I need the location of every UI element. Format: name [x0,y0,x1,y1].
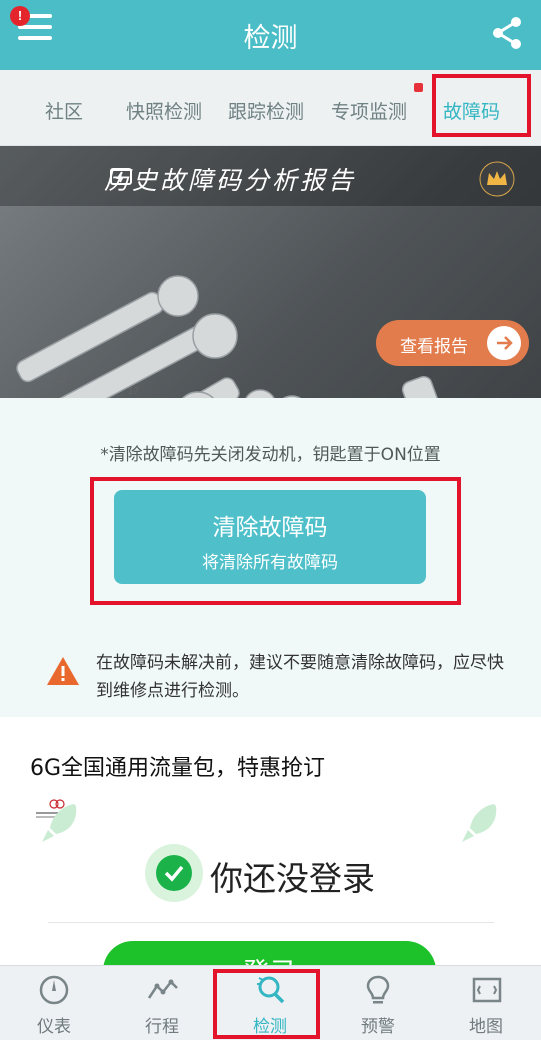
wrench-label: 17 [128,386,140,397]
nav-map-label: 地图 [469,1017,503,1037]
view-report-button[interactable]: 查看报告 [376,320,529,366]
trip-icon [147,979,178,999]
rocket-icon [42,804,77,842]
nav-trip-label: 行程 [145,1017,179,1037]
wrench-label: 13 [55,374,67,385]
nav-dashboard-label: 仪表 [37,1017,71,1037]
banner-title: 历史故障码分析报告 [104,166,357,195]
highlight-box-nav [213,969,320,1039]
check-icon [145,844,203,902]
tab-tracking[interactable]: 跟踪检测 [228,97,304,124]
view-report-label: 查看报告 [400,337,468,357]
nav-dashboard[interactable]: 仪表 [0,966,108,1040]
rocket-icon [462,804,497,842]
clear-notice: *清除故障码先关闭发动机，钥匙置于ON位置 [100,445,441,465]
dashboard-icon [39,975,69,1005]
warning-icon [47,657,79,685]
crown-icon [479,161,515,197]
highlight-box-clear [90,477,461,605]
promo-title[interactable]: 6G全国通用流量包，特惠抢订 [30,750,325,782]
top-bar: ! 检测 [0,0,541,70]
warning-text: 在故障码未解决前，建议不要随意清除故障码，应尽快到维修点进行检测。 [96,653,504,701]
page-title: 检测 [243,23,298,54]
new-badge [414,83,423,92]
nav-alert-label: 预警 [361,1017,395,1037]
share-icon[interactable] [491,16,523,50]
map-icon [472,977,502,1003]
nav-trip[interactable]: 行程 [108,966,216,1040]
engine-warning-icon [110,168,132,185]
bulb-icon [366,975,390,1004]
tab-community[interactable]: 社区 [45,97,83,124]
tab-snapshot[interactable]: 快照检测 [126,97,202,124]
highlight-box-tab [432,74,531,137]
nav-map[interactable]: 地图 [432,966,540,1040]
tab-special[interactable]: 专项监测 [331,97,407,124]
divider [48,922,494,923]
login-status: 你还没登录 [210,859,375,898]
arrow-right-icon [487,326,521,360]
nav-alert[interactable]: 预警 [324,966,432,1040]
